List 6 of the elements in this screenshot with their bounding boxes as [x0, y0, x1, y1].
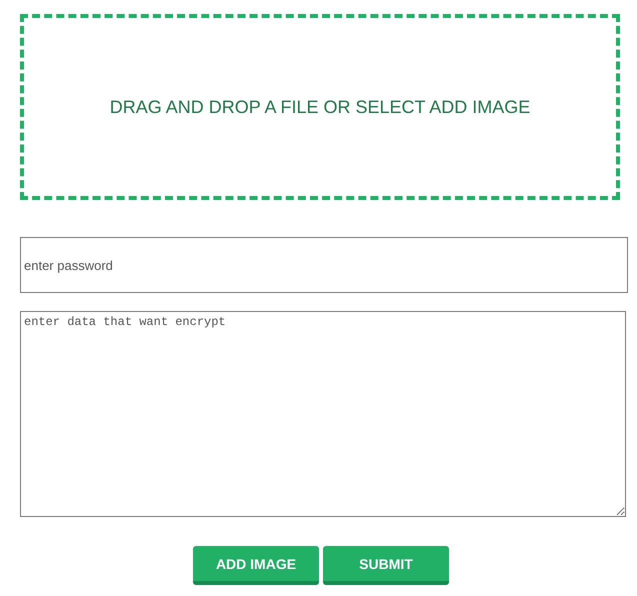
- data-field[interactable]: enter data that want encrypt: [20, 311, 626, 517]
- password-field[interactable]: enter password: [20, 237, 628, 293]
- add-image-button[interactable]: ADD IMAGE: [193, 546, 319, 585]
- drop-zone[interactable]: DRAG AND DROP A FILE OR SELECT ADD IMAGE: [20, 14, 620, 200]
- submit-button[interactable]: SUBMIT: [323, 546, 449, 585]
- drop-zone-text: DRAG AND DROP A FILE OR SELECT ADD IMAGE: [110, 96, 530, 118]
